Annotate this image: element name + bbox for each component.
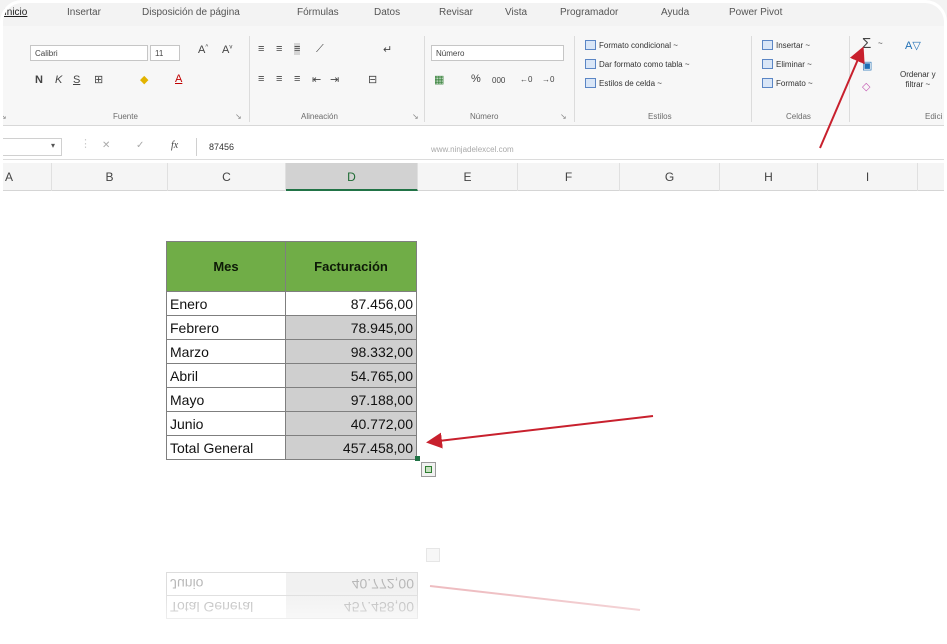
reflection-arrow xyxy=(429,585,641,611)
reflection-area: Total General 457.458,00 Junio 40.772,00 xyxy=(0,500,947,644)
arrow-to-autosum xyxy=(819,46,865,149)
arrow-to-total xyxy=(426,415,654,449)
excel-screenshot: Inicio Insertar Disposición de página Fó… xyxy=(0,0,947,644)
